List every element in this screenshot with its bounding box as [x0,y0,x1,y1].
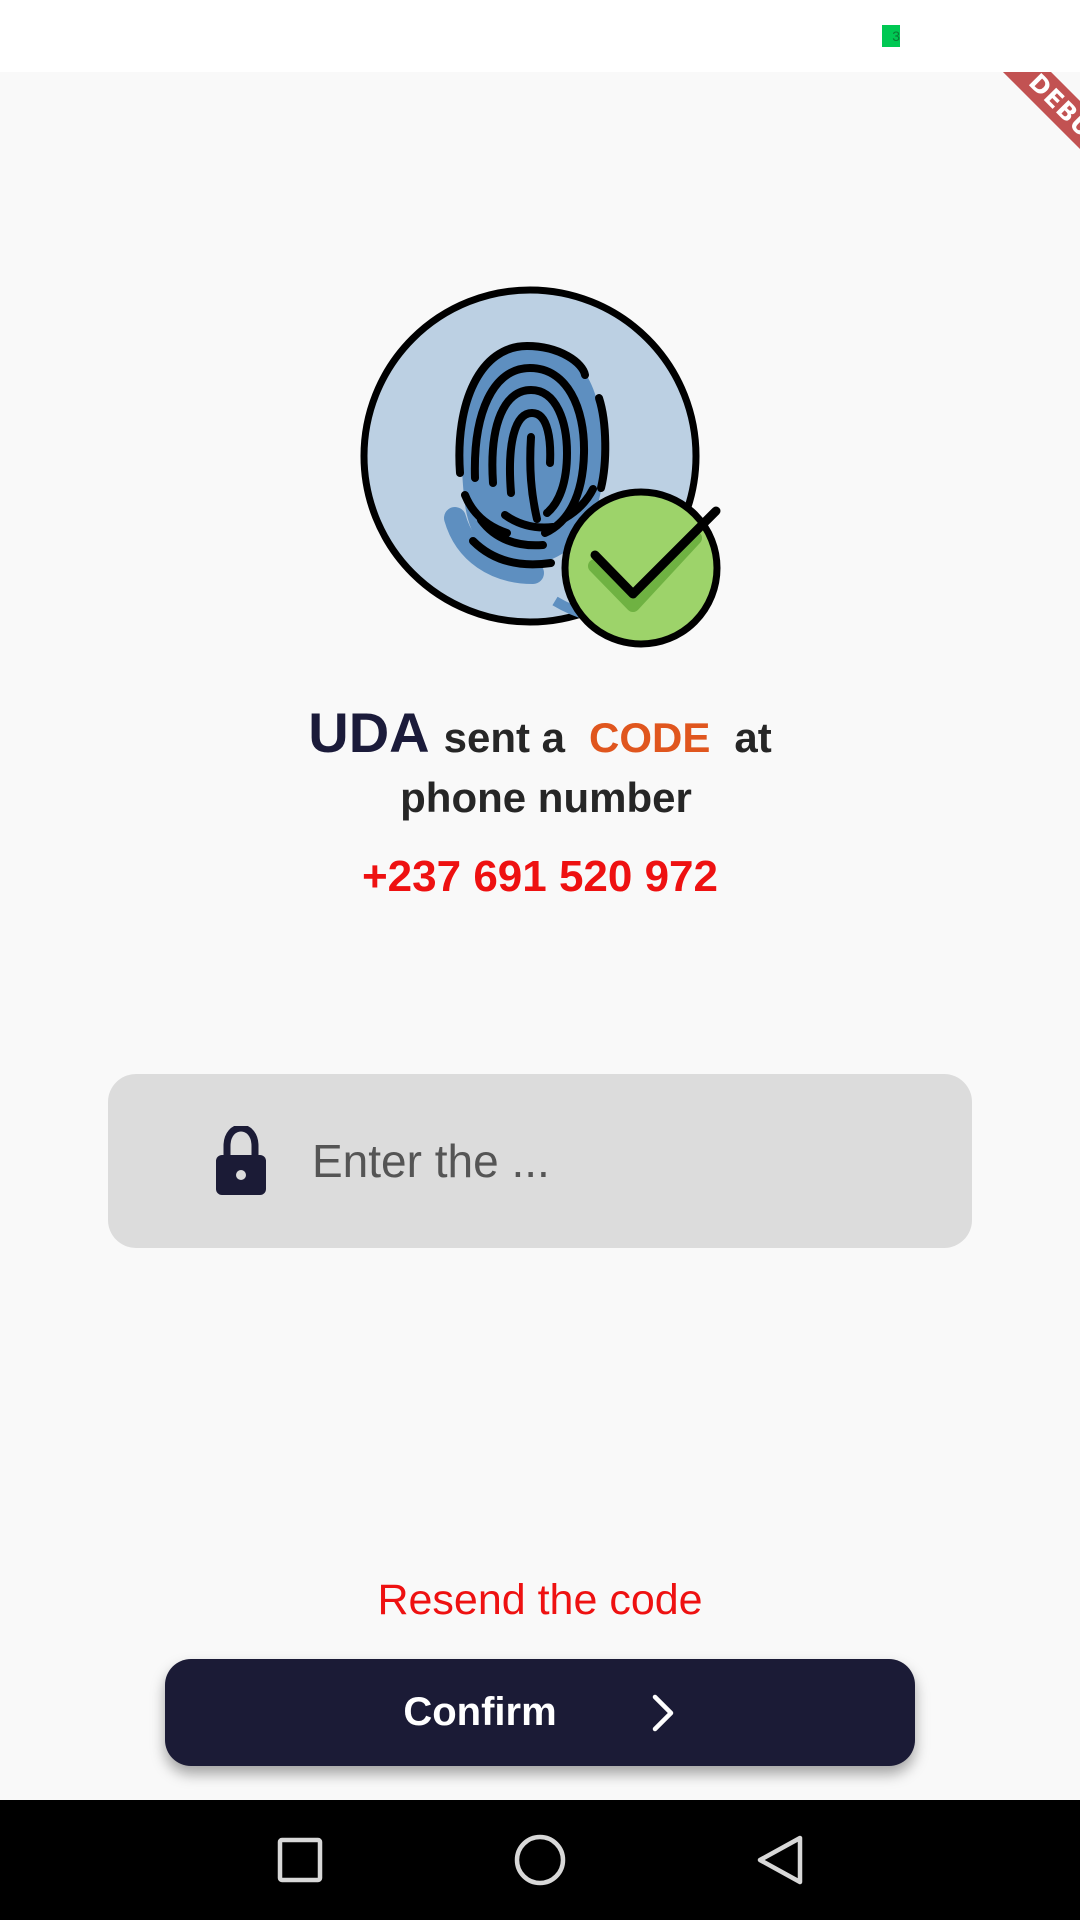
confirm-button-label: Confirm [403,1690,557,1734]
heading-text-before: sent a [443,714,565,761]
brand-name: UDA [308,701,430,764]
debug-banner: DEBUG [960,72,1080,192]
back-icon[interactable] [750,1830,810,1890]
confirm-button[interactable]: Confirm [165,1659,915,1766]
system-nav-bar [0,1800,1080,1920]
heading-code-word: CODE [589,714,711,761]
status-indicator: 3 [882,25,900,47]
recent-apps-icon[interactable] [270,1830,330,1890]
chevron-right-icon [652,1694,673,1731]
code-field[interactable] [108,1074,972,1248]
heading-line2: phone number [400,774,692,821]
phone-number: +237 691 520 972 [361,852,719,901]
resend-code-link[interactable]: Resend the code [0,1576,1080,1625]
home-icon[interactable] [510,1830,570,1890]
code-input[interactable] [312,1106,932,1216]
debug-banner-label: DEBUG [985,72,1080,192]
status-bar: 3 [0,0,1080,72]
heading-text-after: at [734,714,772,761]
fingerprint-verified-icon [355,283,725,653]
lock-icon [216,1126,266,1195]
verification-heading: UDA sent a CODE at phone number [0,700,1080,822]
